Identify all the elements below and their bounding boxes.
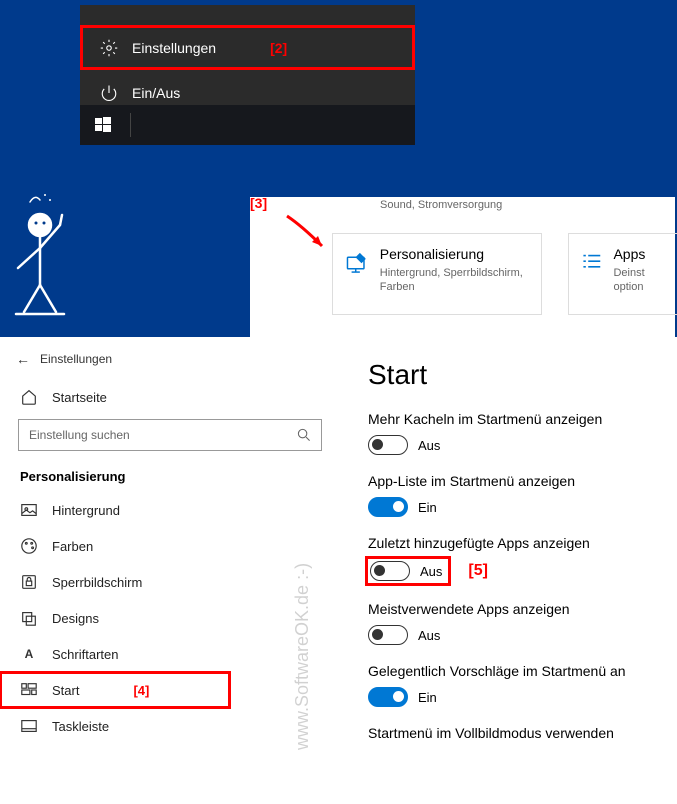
windows-icon bbox=[95, 117, 111, 133]
toggle-suggestions[interactable] bbox=[368, 687, 408, 707]
personalization-tile[interactable]: Personalisierung Hintergrund, Sperrbilds… bbox=[332, 233, 542, 315]
page-heading: Start bbox=[368, 359, 667, 391]
gear-icon bbox=[100, 39, 118, 57]
watermark: www.SoftwareOK.de :-) bbox=[660, 563, 677, 750]
nav-taskbar[interactable]: Taskleiste bbox=[0, 708, 340, 744]
palette-icon bbox=[20, 537, 38, 555]
taskbar bbox=[80, 105, 415, 145]
tile-title: Personalisierung bbox=[380, 246, 529, 262]
font-icon: A bbox=[20, 645, 38, 663]
settings-categories-panel: [3] Sound, Stromversorgung Personalisier… bbox=[250, 197, 675, 337]
apps-icon bbox=[581, 248, 603, 276]
toggle-most-used[interactable] bbox=[368, 625, 408, 645]
search-icon bbox=[297, 428, 311, 442]
start-icon bbox=[20, 681, 38, 699]
apps-tile[interactable]: Apps Deinst option bbox=[568, 233, 677, 315]
image-icon bbox=[20, 501, 38, 519]
option-most-used: Meistverwendete Apps anzeigen Aus bbox=[368, 601, 667, 645]
nav-start[interactable]: Start[4] bbox=[0, 672, 230, 708]
stick-figure bbox=[10, 190, 80, 320]
settings-window: ← Einstellungen Startseite Einstellung s… bbox=[0, 337, 677, 804]
theme-icon bbox=[20, 609, 38, 627]
section-heading: Personalisierung bbox=[0, 467, 340, 492]
sidebar: ← Einstellungen Startseite Einstellung s… bbox=[0, 337, 340, 804]
content-area: Start Mehr Kacheln im Startmenü anzeigen… bbox=[340, 337, 677, 804]
tile-subtitle: Hintergrund, Sperrbildschirm, Farben bbox=[380, 266, 529, 295]
tile-subtitle: Deinst option bbox=[613, 266, 665, 295]
lock-icon bbox=[20, 573, 38, 591]
system-subtitle: Sound, Stromversorgung bbox=[380, 199, 502, 211]
personalization-icon bbox=[345, 248, 370, 278]
start-menu-panel: Einstellungen [2] Ein/Aus [1] [Windows-L… bbox=[80, 5, 415, 145]
search-input[interactable]: Einstellung suchen bbox=[18, 419, 322, 451]
watermark: www.SoftwareOK.de :-) bbox=[292, 563, 313, 750]
option-suggestions: Gelegentlich Vorschläge im Startmenü an … bbox=[368, 663, 667, 707]
windows-button[interactable] bbox=[80, 105, 126, 145]
tile-title: Apps bbox=[613, 246, 665, 262]
toggle-recent-apps[interactable] bbox=[370, 561, 410, 581]
option-recent-apps: Zuletzt hinzugefügte Apps anzeigen Aus [… bbox=[368, 535, 667, 583]
nav-background[interactable]: Hintergrund bbox=[0, 492, 340, 528]
toggle-more-tiles[interactable] bbox=[368, 435, 408, 455]
arrow-icon bbox=[282, 211, 337, 261]
window-title: ← Einstellungen bbox=[0, 351, 340, 379]
annotation-3: [3] bbox=[250, 195, 267, 211]
settings-menu-item[interactable]: Einstellungen [2] bbox=[80, 25, 415, 70]
nav-fonts[interactable]: ASchriftarten bbox=[0, 636, 340, 672]
taskbar-icon bbox=[20, 717, 38, 735]
toggle-app-list[interactable] bbox=[368, 497, 408, 517]
nav-colors[interactable]: Farben bbox=[0, 528, 340, 564]
annotation-5: [5] bbox=[468, 562, 488, 580]
option-app-list: App-Liste im Startmenü anzeigen Ein bbox=[368, 473, 667, 517]
power-icon bbox=[100, 84, 118, 102]
home-nav-item[interactable]: Startseite bbox=[0, 379, 340, 415]
option-more-tiles: Mehr Kacheln im Startmenü anzeigen Aus bbox=[368, 411, 667, 455]
nav-lockscreen[interactable]: Sperrbildschirm bbox=[0, 564, 340, 600]
settings-label: Einstellungen bbox=[132, 40, 216, 56]
divider bbox=[130, 113, 131, 137]
highlighted-toggle: Aus bbox=[368, 559, 448, 583]
nav-themes[interactable]: Designs bbox=[0, 600, 340, 636]
option-fullscreen: Startmenü im Vollbildmodus verwenden bbox=[368, 725, 667, 741]
annotation-2: [2] bbox=[270, 40, 287, 56]
home-icon bbox=[20, 388, 38, 406]
power-label: Ein/Aus bbox=[132, 85, 180, 101]
annotation-4: [4] bbox=[133, 683, 149, 698]
